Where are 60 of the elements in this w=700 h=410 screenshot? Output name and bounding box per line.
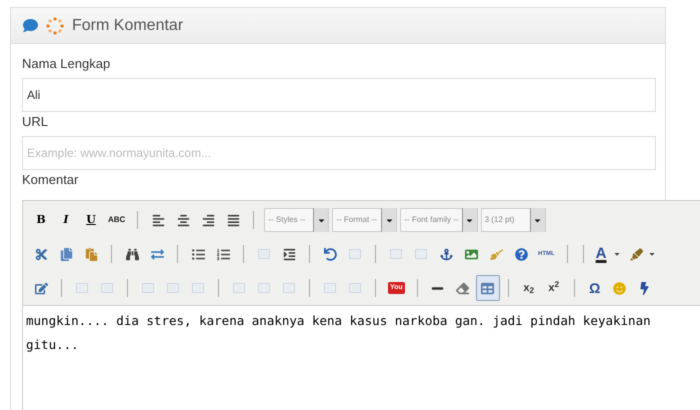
edit-icon bbox=[34, 282, 48, 294]
table-icon bbox=[481, 282, 494, 294]
table-button[interactable] bbox=[476, 275, 500, 301]
field-label: Nama Lengkap bbox=[22, 55, 112, 73]
blank-icon bbox=[233, 283, 245, 293]
caret-icon bbox=[648, 250, 656, 258]
blank-icon bbox=[283, 283, 295, 293]
comment-text: mungkin.... dia stres, karena anaknya kena kasus narkoba gan. jadi pindah keyakinan gitu... bbox=[26, 313, 651, 352]
blank-icon bbox=[192, 283, 204, 293]
anchor-icon bbox=[440, 248, 452, 260]
binoculars-icon bbox=[126, 248, 138, 260]
charmap-button[interactable]: Ω bbox=[582, 275, 607, 301]
align-justify-icon bbox=[226, 214, 240, 226]
smiley-icon bbox=[613, 282, 626, 294]
format-select[interactable]: -- Format -- bbox=[332, 208, 398, 232]
indent-icon bbox=[282, 248, 296, 260]
blank-icon bbox=[349, 283, 361, 293]
input-field[interactable]: Ali bbox=[22, 78, 656, 112]
text-color-button[interactable]: A bbox=[592, 241, 625, 267]
bold-button[interactable]: B bbox=[29, 207, 53, 233]
paste-icon bbox=[84, 248, 98, 260]
subscript-button[interactable]: x$_{2}$ bbox=[516, 275, 541, 301]
copy-icon bbox=[60, 248, 72, 260]
spinner-icon bbox=[46, 16, 64, 34]
eraser-icon bbox=[456, 282, 470, 294]
speech-bubble-icon bbox=[23, 18, 38, 33]
field-label: URL bbox=[22, 113, 50, 131]
blank-icon bbox=[258, 283, 270, 293]
align-center-icon bbox=[176, 214, 190, 226]
blank-icon bbox=[101, 283, 113, 293]
help-icon bbox=[514, 248, 528, 260]
highlighter-icon bbox=[630, 248, 643, 260]
blank-icon bbox=[390, 249, 402, 259]
strike-button[interactable]: ABC bbox=[104, 207, 130, 233]
blank-icon bbox=[167, 283, 179, 293]
blank-icon bbox=[324, 283, 336, 293]
bolt-icon bbox=[638, 282, 652, 294]
align-left-icon bbox=[152, 214, 165, 226]
caret-icon bbox=[612, 250, 621, 258]
align-right-icon bbox=[202, 214, 215, 226]
image-icon bbox=[464, 248, 478, 260]
field-label: Komentar bbox=[22, 171, 80, 189]
input-field[interactable]: Example: www.normayunita.com... bbox=[22, 136, 656, 170]
replace-icon bbox=[150, 248, 164, 260]
card-title: Form Komentar bbox=[72, 16, 184, 36]
scissors-icon bbox=[34, 248, 48, 260]
bullet-list-icon bbox=[192, 248, 204, 260]
superscript-button[interactable]: x$^{2}$ bbox=[542, 275, 566, 301]
blank-icon bbox=[258, 249, 270, 259]
underline-button[interactable]: U bbox=[79, 207, 103, 233]
undo-icon bbox=[324, 248, 336, 260]
format-select[interactable]: -- Styles -- bbox=[264, 208, 330, 232]
format-select[interactable]: -- Font family -- bbox=[400, 208, 478, 232]
blank-icon bbox=[76, 283, 88, 293]
broom-icon bbox=[490, 248, 502, 260]
numbered-list-icon bbox=[216, 248, 230, 260]
blank-icon bbox=[349, 249, 361, 259]
blank-icon bbox=[142, 283, 154, 293]
italic-button[interactable]: I bbox=[54, 207, 78, 233]
blank-icon bbox=[415, 249, 427, 259]
